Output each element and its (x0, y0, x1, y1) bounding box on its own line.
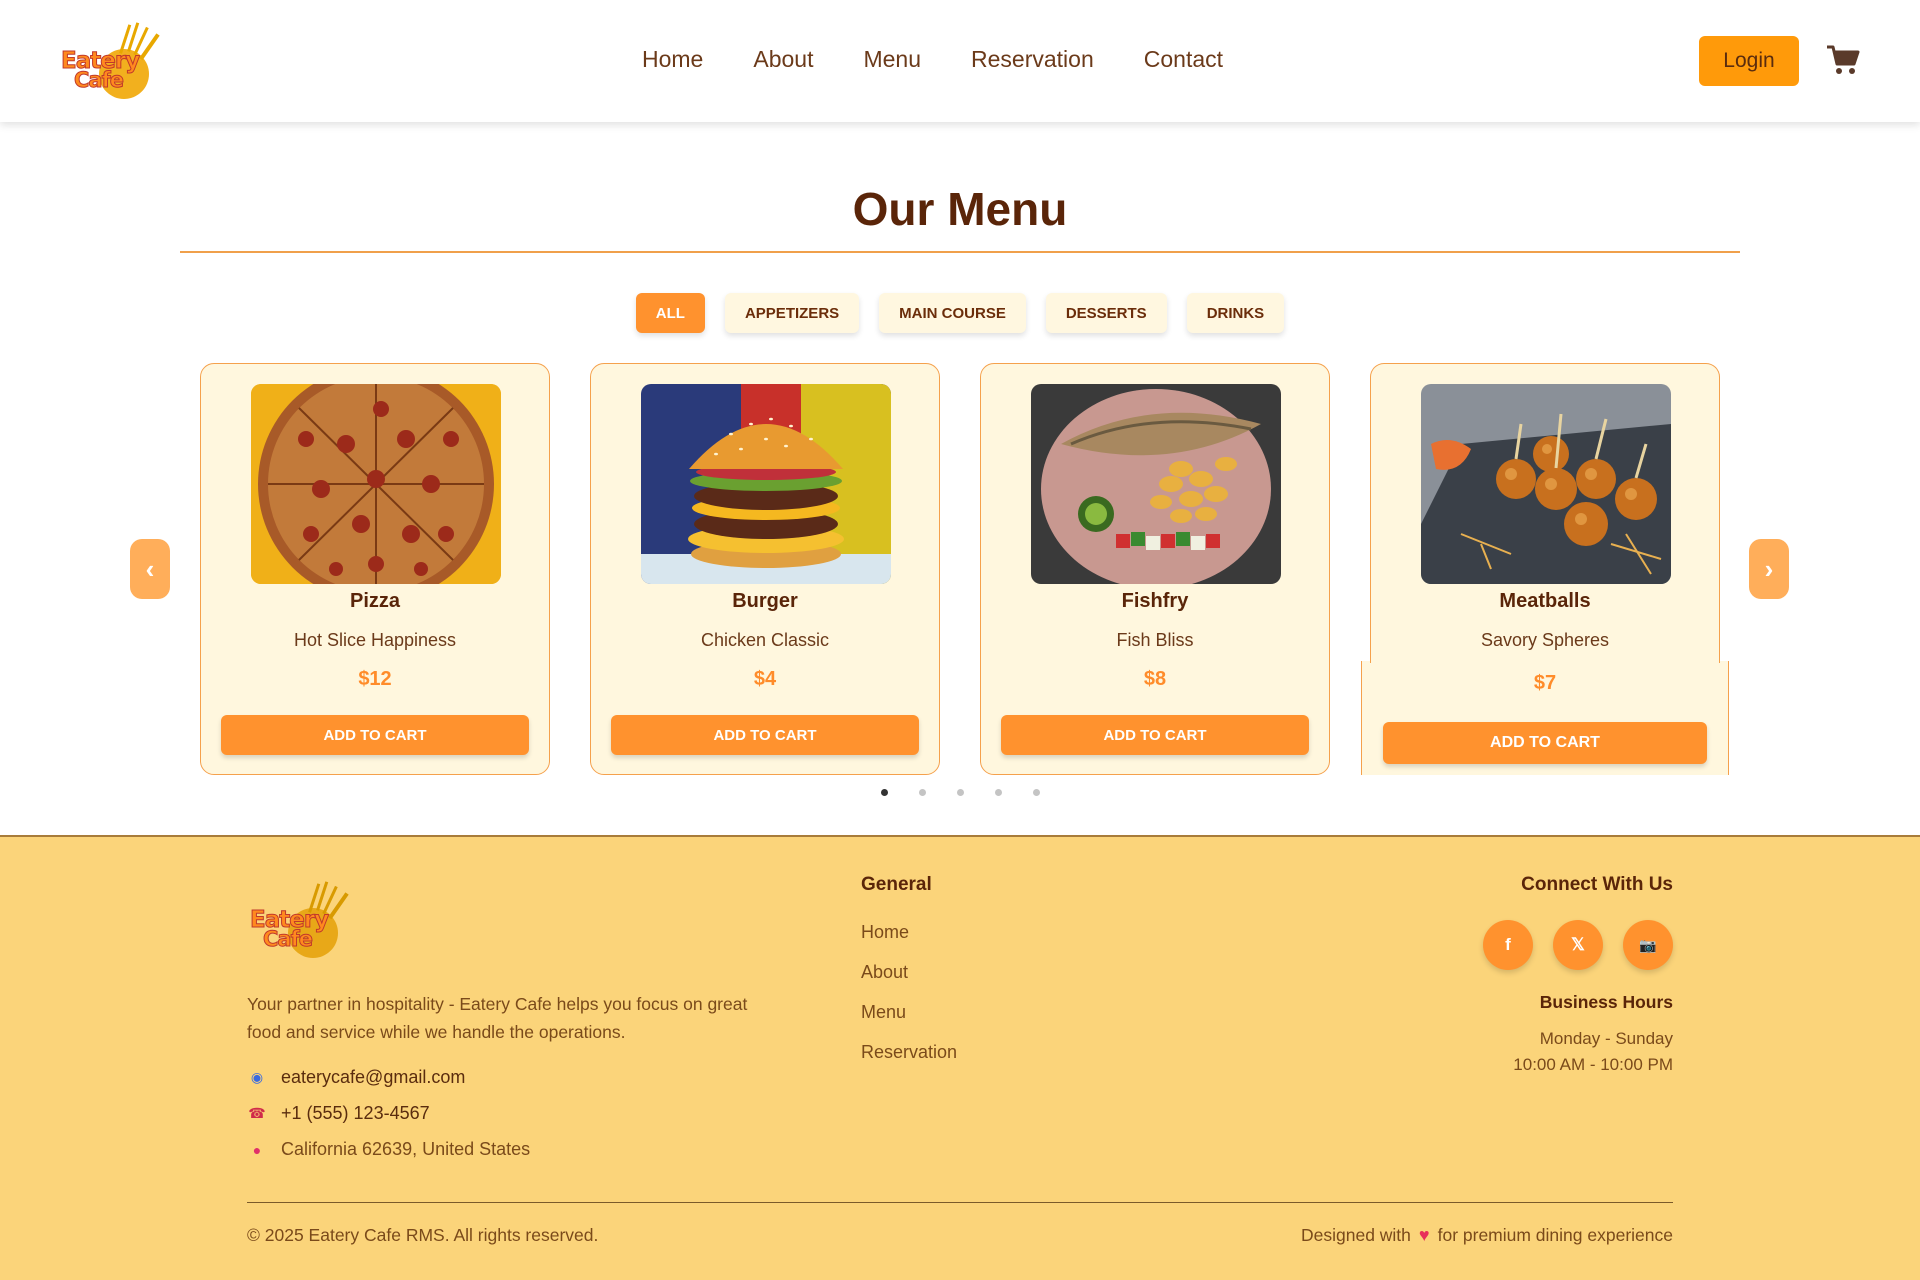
contact-email-text: eaterycafe@gmail.com (281, 1067, 466, 1087)
facebook-icon[interactable]: f (1483, 920, 1533, 970)
footer-connect-heading: Connect With Us (1521, 874, 1673, 895)
nav-home[interactable]: Home (642, 46, 703, 73)
designed-suffix: for premium dining experience (1437, 1225, 1673, 1245)
pagination-dot[interactable] (994, 789, 1002, 796)
carousel-prev-button[interactable]: ‹ (130, 539, 170, 599)
footer-link-about[interactable]: About (861, 962, 908, 983)
filter-drinks[interactable]: DRINKS (1186, 293, 1285, 333)
add-to-cart-button[interactable]: ADD TO CART (1383, 722, 1707, 764)
fishfry-image (1031, 384, 1281, 584)
footer-description: Your partner in hospitality - Eatery Caf… (247, 994, 748, 1042)
burger-image (641, 384, 891, 584)
logo-line-2: Cafe (74, 68, 125, 92)
category-filters: ALL APPETIZERS MAIN COURSE DESSERTS DRIN… (0, 293, 1920, 333)
heart-icon: ♥ (1418, 1225, 1430, 1245)
pizza-image (251, 384, 501, 584)
card-price: $4 (753, 668, 777, 690)
designed-prefix: Designed with (1300, 1225, 1411, 1245)
card-description: Hot Slice Happiness (293, 630, 457, 650)
footer-logo[interactable]: Eatery Cafe (247, 877, 352, 963)
pagination-dot[interactable] (1032, 789, 1040, 796)
logo[interactable]: Eatery Cafe (58, 18, 163, 104)
pagination-dot[interactable] (880, 789, 888, 796)
card-description: Fish Bliss (1116, 630, 1194, 650)
business-hours-time: 10:00 AM - 10:00 PM (1513, 1055, 1673, 1074)
pagination-dot[interactable] (918, 789, 926, 796)
filter-main-course[interactable]: MAIN COURSE (879, 293, 1026, 333)
card-price: $8 (1143, 668, 1167, 690)
card-name: Pizza (349, 590, 401, 612)
contact-location-text: California 62639, United States (281, 1139, 531, 1159)
add-to-cart-button[interactable]: ADD TO CART (1001, 715, 1309, 755)
card-price: $7 (1533, 672, 1557, 694)
x-twitter-icon[interactable]: 𝕏 (1553, 920, 1603, 970)
contact-email[interactable]: ◉ eaterycafe@gmail.com (247, 1067, 465, 1088)
add-to-cart-button[interactable]: ADD TO CART (611, 715, 919, 755)
menu-card-meatballs: Meatballs Savory Spheres (1370, 363, 1720, 663)
footer-link-home[interactable]: Home (861, 922, 909, 943)
card-name: Fishfry (1121, 590, 1189, 612)
nav-about[interactable]: About (753, 46, 813, 73)
location-pin-icon: ● (252, 1141, 262, 1158)
card-description: Chicken Classic (700, 630, 830, 650)
logo-line-2: Cafe (263, 927, 314, 951)
footer-link-menu[interactable]: Menu (861, 1002, 906, 1023)
footer-divider (247, 1202, 1673, 1203)
page-title: Our Menu (852, 183, 1068, 235)
contact-phone-text: +1 (555) 123-4567 (281, 1103, 430, 1123)
business-hours-heading: Business Hours (1539, 992, 1673, 1012)
filter-all[interactable]: ALL (635, 293, 705, 333)
email-icon: ◉ (250, 1069, 264, 1085)
login-button[interactable]: Login (1699, 36, 1799, 86)
nav-reservation[interactable]: Reservation (971, 46, 1094, 73)
phone-icon: ☎ (248, 1105, 266, 1121)
menu-card-fishfry: Fishfry Fish Bliss $8 ADD TO CART (980, 363, 1330, 775)
title-divider (180, 251, 1740, 253)
instagram-icon[interactable]: 📷 (1623, 920, 1673, 970)
main-nav: Home About Menu Reservation Contact (642, 46, 1273, 73)
nav-contact[interactable]: Contact (1144, 46, 1223, 73)
pagination-dot[interactable] (956, 789, 964, 796)
carousel-pagination (0, 789, 1920, 796)
card-name: Meatballs (1499, 590, 1591, 612)
menu-card-pizza: Pizza Hot Slice Happiness $12 ADD TO CAR… (200, 363, 550, 775)
footer-general-heading: General (861, 874, 932, 895)
footer-link-reservation[interactable]: Reservation (861, 1042, 957, 1063)
copyright-text: © 2025 Eatery Cafe RMS. All rights reser… (247, 1225, 599, 1245)
meatballs-image (1421, 384, 1671, 584)
site-footer: Eatery Cafe Your partner in hospitality … (0, 835, 1920, 1280)
carousel-next-button[interactable]: › (1749, 539, 1789, 599)
site-header: Eatery Cafe Home About Menu Reservation … (0, 0, 1920, 122)
add-to-cart-button[interactable]: ADD TO CART (221, 715, 529, 755)
business-hours-days: Monday - Sunday (1539, 1029, 1673, 1048)
card-name: Burger (732, 590, 798, 612)
designed-with-text: Designed with ♥ for premium dining exper… (1301, 1225, 1673, 1246)
contact-phone[interactable]: ☎ +1 (555) 123-4567 (247, 1103, 430, 1124)
shopping-cart-icon[interactable] (1826, 44, 1860, 76)
contact-location: ● California 62639, United States (247, 1139, 530, 1160)
filter-appetizers[interactable]: APPETIZERS (724, 293, 860, 333)
card-description: Savory Spheres (1480, 630, 1610, 650)
filter-desserts[interactable]: DESSERTS (1045, 293, 1167, 333)
nav-menu[interactable]: Menu (863, 46, 921, 73)
menu-card-burger: Burger Chicken Classic $4 ADD TO CART (590, 363, 940, 775)
card-price: $12 (358, 668, 392, 690)
